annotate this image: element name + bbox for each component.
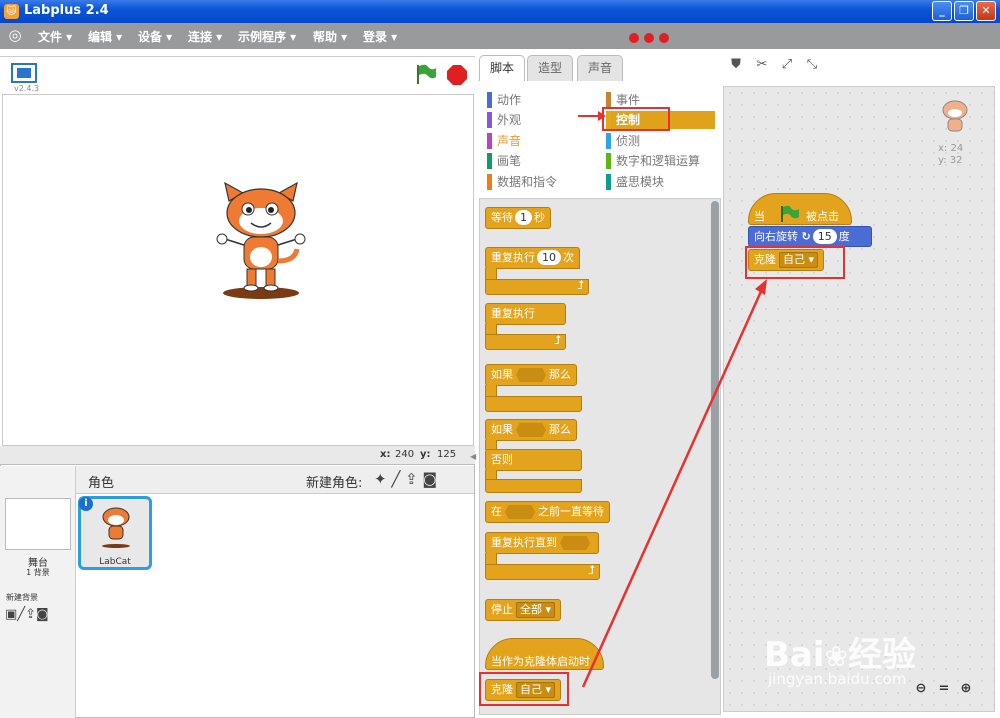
category-labplus-modules[interactable]: 盛思模块 [606, 174, 664, 190]
sprite-y: y: 32 [938, 155, 963, 166]
sprite-name: LabCat [99, 557, 131, 567]
paint-sprite-icon[interactable]: ╱ [391, 470, 400, 488]
red-arrow-icon [578, 111, 606, 121]
when-flag-clicked-block[interactable]: 当 被点击 [748, 193, 852, 225]
category-sound[interactable]: 声音 [487, 133, 521, 149]
category-looks[interactable]: 外观 [487, 112, 521, 128]
stage-coordinates: x: 240 y: 125 [0, 446, 475, 464]
info-icon[interactable]: i [79, 497, 93, 511]
if-then-block[interactable]: 如果 那么 [485, 364, 577, 386]
camera-sprite-icon[interactable]: ◙ [423, 470, 438, 488]
zoom-out-icon[interactable]: ⊖ [913, 681, 929, 697]
zoom-in-icon[interactable]: ⊕ [958, 681, 974, 697]
new-sprite-tools: ✦ ╱ ⇪ ◙ [374, 470, 437, 488]
stage-header: v2.4.3 [0, 56, 475, 94]
category-data[interactable]: 数据和指令 [487, 174, 557, 190]
sprite-header: 角色 新建角色: ✦ ╱ ⇪ ◙ [76, 466, 474, 494]
green-flag-icon [781, 205, 799, 222]
zoom-reset-icon[interactable]: = [936, 681, 952, 697]
status-dot-icon [659, 33, 669, 43]
pen-icon[interactable]: ╱ [17, 607, 25, 622]
upload-icon[interactable]: ⇪ [25, 607, 36, 622]
close-button[interactable]: ✕ [976, 1, 996, 21]
category-events[interactable]: 事件 [606, 92, 640, 108]
menu-help[interactable]: 帮助 ▾ [313, 28, 347, 45]
grow-icon[interactable]: ⤢ [779, 57, 795, 73]
wait-block[interactable]: 等待 1 秒 [485, 207, 551, 229]
stage-thumbnail-column: 舞台 1 背景 新建背景 ▣╱⇪◙ [0, 466, 76, 718]
menu-edit[interactable]: 编辑 ▾ [88, 28, 122, 45]
duplicate-icon[interactable]: ⛊ [728, 57, 744, 73]
category-pen[interactable]: 画笔 [487, 153, 521, 169]
status-dot-icon [629, 33, 639, 43]
new-sprite-label: 新建角色: [306, 476, 363, 491]
title-bar: 🐱 Labplus 2.4 _ ❐ ✕ [0, 0, 1000, 23]
else-label: 否则 [485, 449, 582, 471]
status-dot-icon [644, 33, 654, 43]
stop-icon[interactable] [446, 64, 468, 86]
palette-clone-highlight-box [479, 672, 569, 706]
backdrop-tools: ▣╱⇪◙ [5, 607, 49, 622]
category-list: 动作 外观 声音 画笔 数据和指令 事件 控制 侦测 数字和逻辑运算 盛思模块 [479, 81, 721, 199]
menu-bar: ◎ 文件 ▾ 编辑 ▾ 设备 ▾ 连接 ▾ 示例程序 ▾ 帮助 ▾ 登录 ▾ [0, 23, 1000, 49]
app-cat-icon: 🐱 [4, 4, 19, 19]
labcat-sprite[interactable] [211, 181, 311, 301]
paint-icon[interactable]: ▣ [5, 607, 17, 622]
labplus-window: 🐱 Labplus 2.4 _ ❐ ✕ ◎ 文件 ▾ 编辑 ▾ 设备 ▾ 连接 … [0, 0, 1000, 718]
labcat-thumbnail-icon [102, 507, 130, 548]
forever-block[interactable]: 重复执行 [485, 303, 566, 325]
tab-scripts[interactable]: 脚本 [479, 55, 526, 82]
maximize-button[interactable]: ❐ [954, 1, 974, 21]
camera-icon[interactable]: ◙ [36, 607, 49, 622]
shrink-icon[interactable]: ⤡ [804, 57, 820, 73]
paw-icon: ❀ [824, 640, 848, 673]
turn-right-block[interactable]: 向右旋转 ↻ 15 度 [748, 226, 872, 247]
backdrop-count: 1 背景 [26, 568, 50, 577]
control-highlight-box [602, 107, 670, 131]
stop-block[interactable]: 停止 全部 ▾ [485, 599, 562, 621]
current-sprite-icon [942, 100, 968, 132]
menu-device[interactable]: 设备 ▾ [138, 28, 172, 45]
globe-icon[interactable]: ◎ [6, 26, 24, 44]
watermark-url: jingyan.baidu.com [768, 670, 907, 688]
menu-file[interactable]: 文件 ▾ [38, 28, 72, 45]
sprites-title: 角色 [88, 476, 115, 491]
red-pointer-arrow-icon [581, 279, 767, 688]
stage-canvas[interactable] [2, 94, 474, 446]
collapse-arrow-icon[interactable]: ◀ [470, 452, 478, 462]
category-operators[interactable]: 数字和逻辑运算 [606, 153, 700, 169]
window-title: Labplus 2.4 [24, 3, 109, 18]
category-sensing[interactable]: 侦测 [606, 133, 640, 149]
mouse-y: 125 [437, 449, 457, 460]
menu-login[interactable]: 登录 ▾ [363, 28, 397, 45]
minimize-button[interactable]: _ [932, 1, 952, 21]
new-backdrop-label: 新建背景 [6, 593, 38, 602]
menu-examples[interactable]: 示例程序 ▾ [238, 28, 296, 45]
category-motion[interactable]: 动作 [487, 92, 521, 108]
repeat-block[interactable]: 重复执行 10 次 [485, 247, 580, 269]
fullscreen-icon[interactable] [11, 63, 37, 83]
delete-icon[interactable]: ✂ [754, 57, 770, 73]
stage-thumbnail[interactable] [5, 498, 71, 550]
sprite-library-icon[interactable]: ✦ [374, 470, 387, 488]
mouse-x: 240 [395, 449, 415, 460]
version-label: v2.4.3 [14, 84, 40, 93]
watermark-logo: Bai❀经验 [764, 635, 916, 675]
green-flag-icon[interactable] [414, 63, 438, 85]
menu-connect[interactable]: 连接 ▾ [188, 28, 222, 45]
if-else-block[interactable]: 如果 那么 [485, 419, 577, 441]
tab-costumes[interactable]: 造型 [527, 55, 574, 81]
sprite-thumbnail-labcat[interactable]: i LabCat [78, 496, 152, 570]
upload-sprite-icon[interactable]: ⇪ [405, 470, 418, 488]
tab-sounds[interactable]: 声音 [577, 55, 624, 81]
sprite-x: x: 24 [938, 143, 964, 154]
